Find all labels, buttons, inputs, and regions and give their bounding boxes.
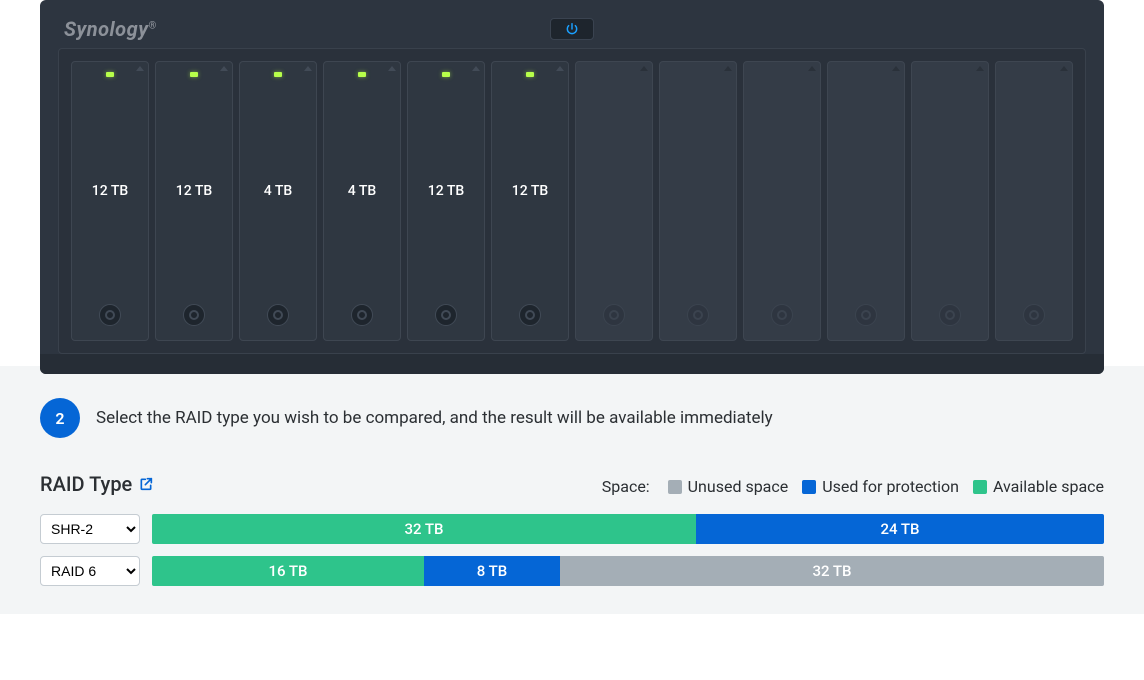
drive-capacity: 12 TB	[428, 183, 464, 199]
drive-bay[interactable]: 12 TB	[407, 61, 485, 341]
drive-bay[interactable]	[659, 61, 737, 341]
eject-icon	[220, 66, 228, 71]
legend-unused: Unused space	[668, 477, 789, 496]
bay-lock-icon	[771, 304, 793, 326]
legend-protection: Used for protection	[802, 477, 959, 496]
eject-icon	[892, 66, 900, 71]
raid-compare-section: 2 Select the RAID type you wish to be co…	[0, 366, 1144, 614]
eject-icon	[136, 66, 144, 71]
space-legend: Space: Unused space Used for protection …	[602, 477, 1104, 496]
bay-lock-icon	[519, 304, 541, 326]
space-bar: 32 TB24 TB	[152, 514, 1104, 544]
drive-bay-panel: 12 TB 12 TB 4 TB 4 TB 12 TB 12 TB	[58, 48, 1086, 354]
eject-icon	[976, 66, 984, 71]
drive-bay[interactable]	[743, 61, 821, 341]
drive-bay[interactable]: 4 TB	[323, 61, 401, 341]
bay-lock-icon	[351, 304, 373, 326]
drive-capacity: 12 TB	[92, 183, 128, 199]
segment-unused: 32 TB	[560, 556, 1104, 586]
brand-logo: Synology®	[64, 17, 157, 41]
legend-available: Available space	[973, 477, 1104, 496]
drive-bay[interactable]	[575, 61, 653, 341]
step-instruction: Select the RAID type you wish to be comp…	[96, 408, 773, 428]
activity-led	[778, 72, 786, 77]
raid-type-heading[interactable]: RAID Type	[40, 472, 154, 496]
activity-led	[1030, 72, 1038, 77]
step-number-badge: 2	[40, 398, 80, 438]
segment-prot: 8 TB	[424, 556, 560, 586]
bay-lock-icon	[603, 304, 625, 326]
drive-bay[interactable]: 12 TB	[491, 61, 569, 341]
drive-bay[interactable]: 12 TB	[71, 61, 149, 341]
activity-led	[610, 72, 618, 77]
activity-led	[190, 72, 198, 77]
activity-led	[946, 72, 954, 77]
drive-capacity: 12 TB	[176, 183, 212, 199]
activity-led	[442, 72, 450, 77]
power-icon	[565, 22, 579, 36]
bay-lock-icon	[687, 304, 709, 326]
eject-icon	[388, 66, 396, 71]
activity-led	[358, 72, 366, 77]
drive-capacity: 4 TB	[348, 183, 376, 199]
power-button[interactable]	[550, 18, 594, 40]
bay-lock-icon	[855, 304, 877, 326]
bay-lock-icon	[99, 304, 121, 326]
drive-capacity: 12 TB	[512, 183, 548, 199]
bay-lock-icon	[939, 304, 961, 326]
eject-icon	[724, 66, 732, 71]
drive-bay[interactable]: 4 TB	[239, 61, 317, 341]
drive-bay[interactable]: 12 TB	[155, 61, 233, 341]
bay-lock-icon	[435, 304, 457, 326]
bay-lock-icon	[267, 304, 289, 326]
raid-type-select[interactable]: SHRSHR-2RAID 0RAID 1RAID 5RAID 6RAID 10J…	[40, 556, 140, 586]
eject-icon	[472, 66, 480, 71]
activity-led	[274, 72, 282, 77]
activity-led	[106, 72, 114, 77]
raid-bar-row: SHRSHR-2RAID 0RAID 1RAID 5RAID 6RAID 10J…	[40, 556, 1104, 586]
eject-icon	[304, 66, 312, 71]
activity-led	[526, 72, 534, 77]
drive-bay[interactable]	[911, 61, 989, 341]
eject-icon	[808, 66, 816, 71]
legend-space-label: Space:	[602, 477, 650, 496]
segment-prot: 24 TB	[696, 514, 1104, 544]
drive-bay[interactable]	[995, 61, 1073, 341]
eject-icon	[640, 66, 648, 71]
bay-lock-icon	[1023, 304, 1045, 326]
raid-bar-row: SHRSHR-2RAID 0RAID 1RAID 5RAID 6RAID 10J…	[40, 514, 1104, 544]
segment-avail: 16 TB	[152, 556, 424, 586]
external-link-icon	[138, 476, 154, 492]
eject-icon	[556, 66, 564, 71]
space-bar: 16 TB8 TB32 TB	[152, 556, 1104, 586]
eject-icon	[1060, 66, 1068, 71]
drive-bay[interactable]	[827, 61, 905, 341]
nas-chassis: Synology® 12 TB 12 TB 4 TB 4 TB 12 TB 12 TB	[0, 0, 1144, 374]
raid-comparison-bars: SHRSHR-2RAID 0RAID 1RAID 5RAID 6RAID 10J…	[40, 514, 1104, 586]
activity-led	[862, 72, 870, 77]
drive-capacity: 4 TB	[264, 183, 292, 199]
activity-led	[694, 72, 702, 77]
raid-type-select[interactable]: SHRSHR-2RAID 0RAID 1RAID 5RAID 6RAID 10J…	[40, 514, 140, 544]
segment-avail: 32 TB	[152, 514, 696, 544]
bay-lock-icon	[183, 304, 205, 326]
